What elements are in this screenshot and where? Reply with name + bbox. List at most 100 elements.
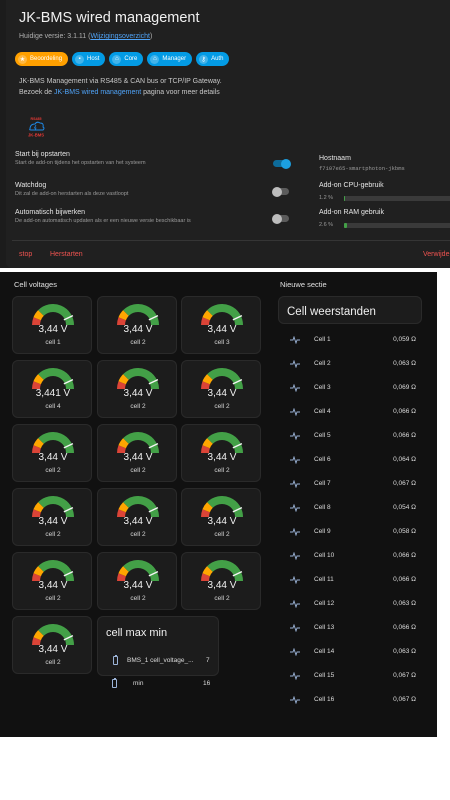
cell-resistance-row[interactable]: Cell 4 0,066 Ω	[290, 408, 416, 422]
cell-voltage-gauge[interactable]: 3,44 V cell 2	[12, 552, 92, 610]
gauge-value: 3,44 V	[207, 452, 237, 463]
cell-resistance-name: Cell 3	[314, 384, 331, 391]
min-cell-row-label[interactable]: min	[133, 680, 143, 687]
toggle-knob	[272, 186, 282, 197]
cell-voltage-gauge[interactable]: 3,44 V cell 2	[97, 424, 177, 482]
cell-resistance-name: Cell 4	[314, 408, 331, 415]
gauge-label: cell 4	[45, 403, 61, 410]
toggle-knob	[281, 158, 291, 169]
start-on-boot-toggle[interactable]	[273, 158, 291, 169]
gauge-value: 3,441 V	[35, 388, 71, 399]
manager-icon: ⌂	[150, 54, 160, 64]
new-section-heading: Nieuwe sectie	[280, 280, 327, 289]
gauge-label: cell 2	[214, 467, 230, 474]
cell-voltage-gauge[interactable]: 3,44 V cell 2	[181, 360, 261, 418]
toggle-knob	[272, 213, 282, 224]
cell-voltage-gauge[interactable]: 3,44 V cell 2	[181, 552, 261, 610]
cell-resistance-row[interactable]: Cell 5 0,066 Ω	[290, 432, 416, 446]
option-title: Automatisch bijwerken	[15, 209, 86, 216]
logo-text-top: RS485	[31, 117, 42, 121]
dashboard: Cell voltages Nieuwe sectie 3,44 V cell 1…	[0, 272, 437, 737]
option-start-on-boot: Start bij opstarten Start de add-on tijd…	[15, 151, 146, 166]
addon-divider	[12, 240, 450, 241]
pulse-icon	[290, 672, 300, 680]
gauge-label: cell 1	[45, 339, 61, 346]
cell-voltage-gauge[interactable]: 3,44 V cell 2	[181, 488, 261, 546]
cell-resistance-row[interactable]: Cell 7 0,067 Ω	[290, 480, 416, 494]
addon-panel: JK-BMS wired management Huidige versie: …	[0, 0, 450, 268]
watchdog-toggle[interactable]	[272, 186, 289, 197]
gauge-value: 3,44 V	[123, 580, 153, 591]
cell-resistance-name: Cell 6	[314, 456, 331, 463]
cell-resistance-name: Cell 10	[314, 552, 335, 559]
description-line-1: JK-BMS Management via RS485 & CAN bus or…	[19, 78, 222, 85]
cell-resistance-row[interactable]: Cell 6 0,064 Ω	[290, 456, 416, 470]
cell-resistance-row[interactable]: Cell 3 0,069 Ω	[290, 384, 416, 398]
cell-resistance-row[interactable]: Cell 1 0,059 Ω	[290, 336, 416, 350]
gauge-label: cell 2	[45, 659, 61, 666]
cell-voltages-heading: Cell voltages	[14, 280, 57, 289]
chip-label: Manager	[162, 56, 187, 62]
cell-resistance-row[interactable]: Cell 11 0,066 Ω	[290, 576, 416, 590]
cell-resistance-name: Cell 1	[314, 336, 331, 343]
cell-voltage-gauge[interactable]: 3,44 V cell 1	[12, 296, 92, 354]
changelog-link[interactable]: Wijzigingsoverzicht	[90, 33, 150, 40]
ram-usage-value: 2.6 %	[319, 222, 334, 228]
pulse-icon	[290, 336, 300, 344]
cell-resistance-row[interactable]: Cell 2 0,063 Ω	[290, 360, 416, 374]
gauge-label: cell 2	[130, 403, 146, 410]
option-auto-update: Automatisch bijwerken De add-on automati…	[15, 209, 191, 224]
cell-resistance-row[interactable]: Cell 13 0,066 Ω	[290, 624, 416, 638]
cell-resistance-name: Cell 11	[314, 576, 334, 583]
pulse-icon	[290, 648, 300, 656]
addon-page-link[interactable]: JK-BMS wired management	[54, 89, 141, 96]
cell-resistance-row[interactable]: Cell 15 0,067 Ω	[290, 672, 416, 686]
gauge-label: cell 2	[214, 595, 230, 602]
gauge-value: 3,44 V	[38, 452, 68, 463]
cell-resistance-row[interactable]: Cell 16 0,067 Ω	[290, 696, 416, 710]
stop-button[interactable]: stop	[19, 251, 32, 258]
gauge-value: 3,44 V	[123, 452, 153, 463]
description-prefix: Bezoek de	[19, 89, 55, 96]
cell-voltage-gauge[interactable]: 3,44 V cell 2	[97, 488, 177, 546]
cpu-usage-row: 1.2 %	[319, 195, 450, 201]
pulse-icon	[290, 408, 300, 416]
cell-resistance-row[interactable]: Cell 10 0,066 Ω	[290, 552, 416, 566]
cell-voltage-gauge[interactable]: 3,44 V cell 3	[181, 296, 261, 354]
cell-resistance-title: Cell weerstanden	[287, 306, 376, 318]
gauge-label: cell 2	[130, 467, 146, 474]
cell-voltage-gauge[interactable]: 3,44 V cell 2	[181, 424, 261, 482]
cell-voltage-gauge[interactable]: 3,44 V cell 2	[12, 616, 92, 674]
option-title: Watchdog	[15, 182, 47, 189]
cell-resistance-value: 0,058 Ω	[393, 528, 416, 535]
description-suffix: pagina voor meer details	[141, 89, 220, 96]
cell-voltage-gauge[interactable]: 3,44 V cell 2	[97, 552, 177, 610]
uninstall-button[interactable]: Verwijde	[423, 251, 449, 258]
auto-update-toggle[interactable]	[272, 213, 289, 224]
cpu-usage-fill	[344, 196, 346, 201]
pulse-icon	[290, 576, 300, 584]
cell-resistance-row[interactable]: Cell 12 0,063 Ω	[290, 600, 416, 614]
gauge-label: cell 2	[45, 467, 61, 474]
chip-manager[interactable]: ⌂ Manager	[147, 52, 193, 66]
pulse-icon	[290, 384, 300, 392]
cell-resistance-row[interactable]: Cell 8 0,054 Ω	[290, 504, 416, 518]
cell-voltage-gauge[interactable]: 3,44 V cell 2	[12, 488, 92, 546]
chip-label: Beoordeling	[30, 56, 63, 62]
cell-voltage-gauge[interactable]: 3,44 V cell 2	[97, 296, 177, 354]
chip-label: Core	[124, 56, 138, 62]
chip-host[interactable]: ▪ Host	[72, 52, 106, 66]
cell-resistance-row[interactable]: Cell 14 0,063 Ω	[290, 648, 416, 662]
cell-resistance-row[interactable]: Cell 9 0,058 Ω	[290, 528, 416, 542]
cell-voltage-gauge[interactable]: 3,44 V cell 2	[97, 360, 177, 418]
chip-auth[interactable]: ⚷ Auth	[196, 52, 230, 66]
restart-button[interactable]: Herstarten	[50, 251, 83, 258]
chip-core[interactable]: ⌂ Core	[109, 52, 144, 66]
logo-text-bottom: JK-BMS	[28, 133, 44, 138]
gauge-label: cell 2	[214, 531, 230, 538]
min-cell-row-value: 16	[203, 680, 211, 687]
chip-rating[interactable]: ★ Beoordeling	[15, 52, 69, 66]
cell-voltage-gauge[interactable]: 3,441 V cell 4	[12, 360, 92, 418]
max-cell-row-label[interactable]: BMS_1 cell_voltage_...	[127, 657, 193, 664]
cell-voltage-gauge[interactable]: 3,44 V cell 2	[12, 424, 92, 482]
